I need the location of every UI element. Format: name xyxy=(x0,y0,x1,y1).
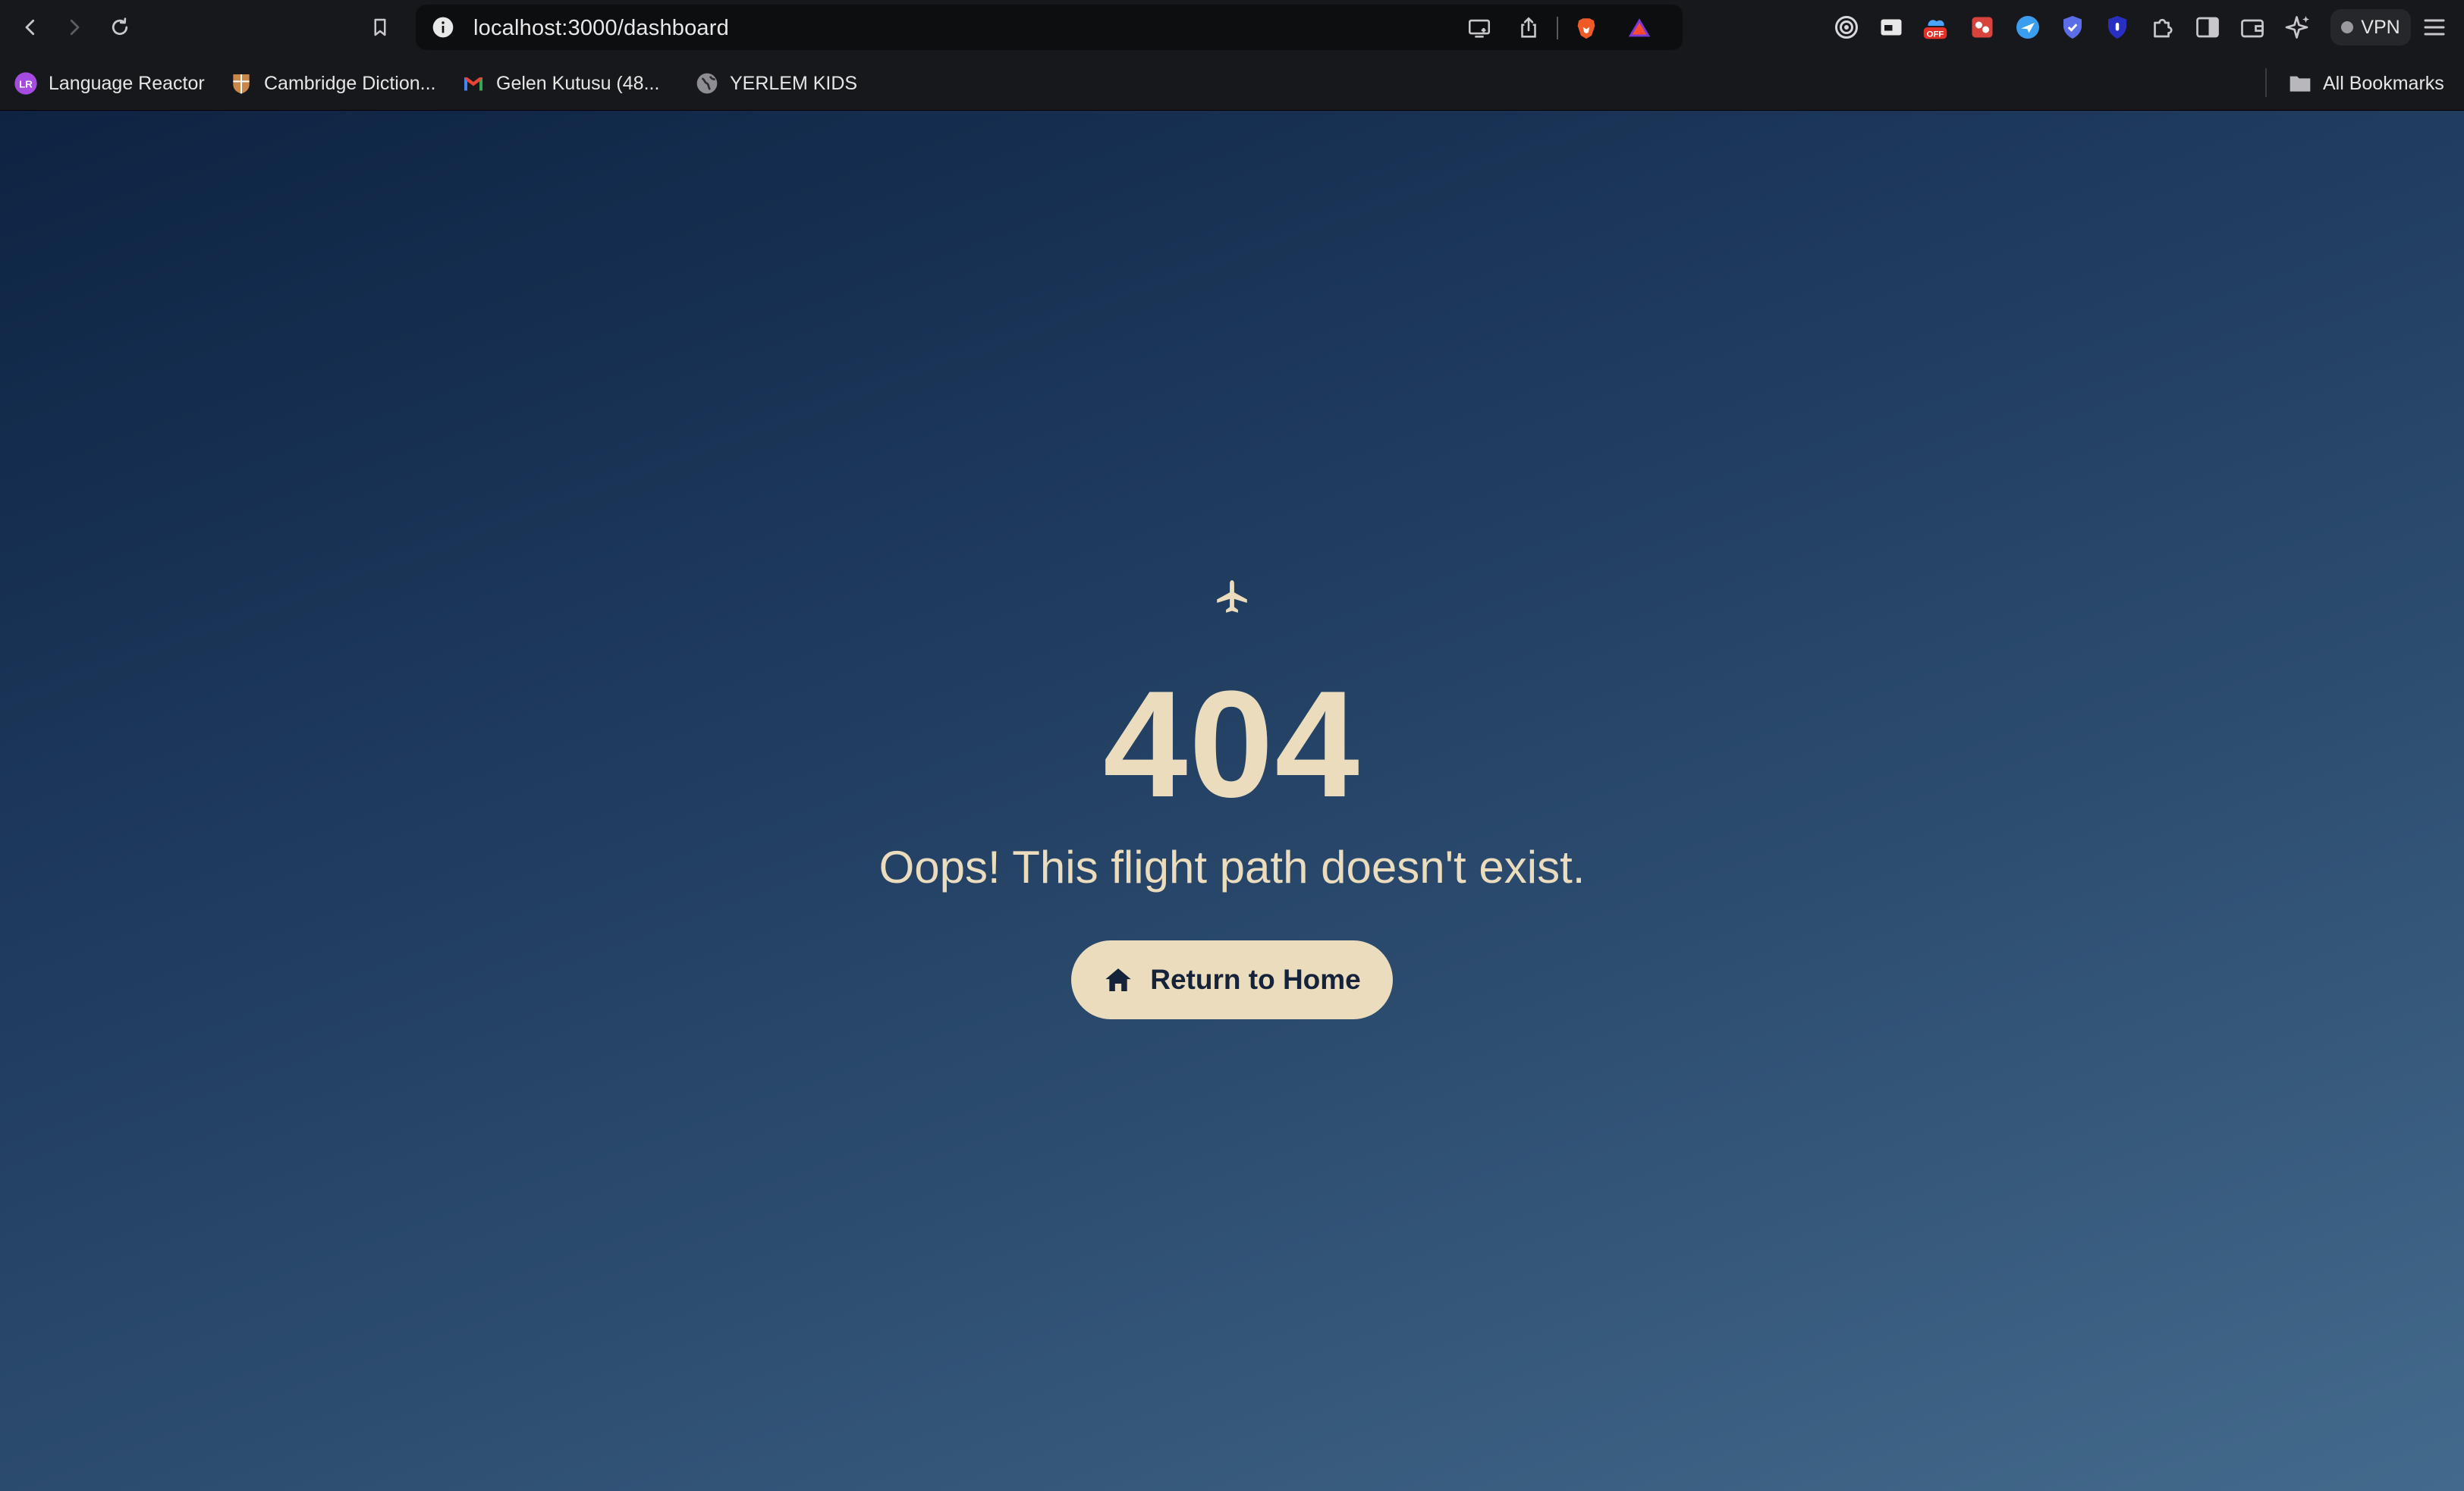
extensions-button[interactable] xyxy=(2148,13,2177,42)
target-icon xyxy=(1835,16,1858,39)
red-puzzle-icon xyxy=(1972,17,1993,38)
dark-shield-icon xyxy=(2108,16,2126,39)
gmail-icon xyxy=(464,77,482,91)
return-home-button[interactable]: Return to Home xyxy=(1071,940,1393,1019)
extension-red-button[interactable] xyxy=(1968,13,1997,42)
not-found-page: 404 Oops! This flight path doesn't exist… xyxy=(0,111,2464,1491)
vpn-label: VPN xyxy=(2361,16,2400,38)
all-bookmarks-button[interactable]: All Bookmarks xyxy=(2288,68,2444,99)
all-bookmarks-label: All Bookmarks xyxy=(2323,72,2444,94)
bookmark-yerlem-kids[interactable]: YERLEM KIDS xyxy=(695,68,857,99)
extension-badge-text: OFF xyxy=(1927,30,1944,39)
home-icon xyxy=(1105,968,1131,991)
return-home-label: Return to Home xyxy=(1150,964,1361,995)
wallet-icon xyxy=(2241,19,2264,38)
leo-ai-button[interactable] xyxy=(2283,13,2312,42)
bookmark-page-button[interactable] xyxy=(362,9,398,46)
airplane-icon xyxy=(1217,580,1247,613)
url-text: localhost:3000/dashboard xyxy=(473,16,729,40)
bookmark-icon xyxy=(374,18,386,36)
forward-button[interactable] xyxy=(56,9,93,46)
extension-blue-circle-button[interactable] xyxy=(2013,13,2042,42)
sidebar-icon xyxy=(2196,17,2219,38)
bookmark-cambridge-dictionary[interactable]: Cambridge Diction... xyxy=(229,68,435,99)
cloud-off-icon: OFF xyxy=(1923,20,1947,39)
rewards-triangle-icon xyxy=(1628,18,1651,37)
error-message: Oops! This flight path doesn't exist. xyxy=(878,842,1586,893)
extension-shield-button[interactable] xyxy=(2058,13,2087,42)
cast-icon xyxy=(1468,19,1491,38)
bookmark-label: Cambridge Diction... xyxy=(264,72,436,94)
hamburger-menu-icon xyxy=(2424,19,2445,36)
share-button[interactable] xyxy=(1516,15,1542,41)
language-reactor-icon: LR xyxy=(14,72,37,95)
cambridge-dictionary-icon xyxy=(233,74,250,94)
main-menu-button[interactable] xyxy=(2420,13,2449,42)
browser-toolbar: localhost:3000/dashboard OFF VPN xyxy=(0,0,2464,55)
extension-window-button[interactable] xyxy=(1877,13,1906,42)
site-info-icon[interactable] xyxy=(431,15,455,39)
shield-check-icon xyxy=(2063,16,2082,39)
folder-icon xyxy=(2290,76,2311,92)
blue-plane-icon xyxy=(2016,16,2039,39)
vpn-button[interactable]: VPN xyxy=(2330,9,2411,46)
vpn-status-dot xyxy=(2341,21,2354,33)
globe-icon xyxy=(696,73,718,94)
extension-off-badge-button[interactable]: OFF xyxy=(1921,13,1950,42)
puzzle-piece-icon xyxy=(2154,18,2173,38)
extension-dark-shield-button[interactable] xyxy=(2103,13,2132,42)
bookmark-label: Language Reactor xyxy=(49,72,205,94)
back-arrow-icon xyxy=(25,19,35,36)
bookmark-language-reactor[interactable]: LR Language Reactor xyxy=(14,68,205,99)
sidebar-toggle-button[interactable] xyxy=(2193,13,2222,42)
share-icon xyxy=(1521,17,1536,38)
svg-text:LR: LR xyxy=(19,78,33,89)
bookmark-label: YERLEM KIDS xyxy=(730,72,858,94)
window-icon xyxy=(1881,19,1902,36)
brave-lion-icon xyxy=(1577,18,1595,39)
address-separator xyxy=(1557,17,1558,39)
bookmark-gmail[interactable]: Gelen Kutusu (48... xyxy=(461,68,659,99)
forward-arrow-icon xyxy=(70,19,80,36)
error-code: 404 xyxy=(1103,660,1361,829)
back-button[interactable] xyxy=(12,9,49,46)
reload-icon xyxy=(112,17,128,36)
cast-button[interactable] xyxy=(1466,15,1492,41)
brave-rewards-button[interactable] xyxy=(1626,15,1652,41)
bookmarks-bar: LR Language Reactor Cambridge Diction...… xyxy=(0,55,2464,111)
address-bar[interactable]: localhost:3000/dashboard xyxy=(416,5,1683,50)
reload-button[interactable] xyxy=(102,9,138,46)
extension-target-button[interactable] xyxy=(1832,13,1861,42)
sparkle-icon xyxy=(2285,16,2309,39)
bookmarks-separator xyxy=(2265,68,2267,97)
bookmark-label: Gelen Kutusu (48... xyxy=(496,72,660,94)
wallet-button[interactable] xyxy=(2238,13,2267,42)
brave-shields-button[interactable] xyxy=(1573,15,1599,41)
